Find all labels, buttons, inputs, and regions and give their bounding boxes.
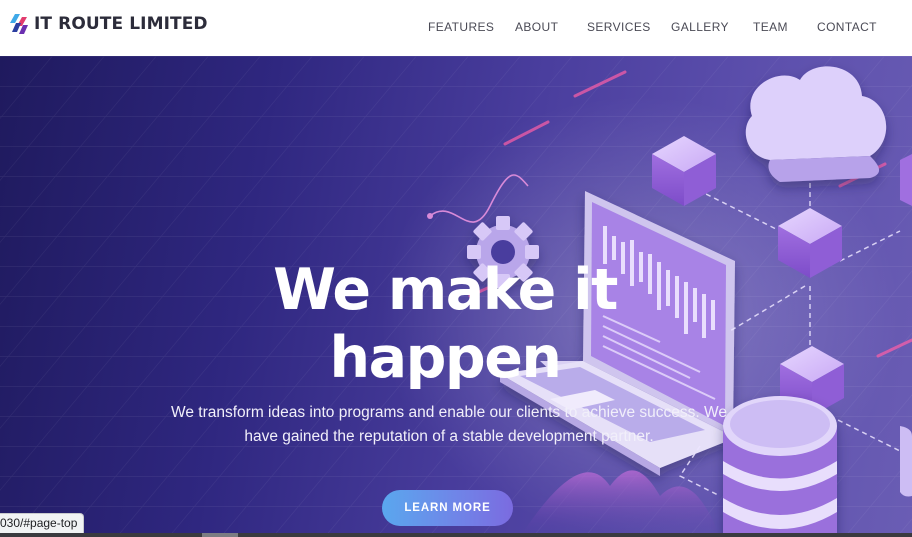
hero-title: We make it happen — [273, 257, 618, 391]
nav-contact[interactable]: CONTACT — [817, 20, 877, 34]
navbar: IT ROUTE LIMITED FEATURES ABOUT SERVICES… — [0, 0, 912, 56]
nav-about[interactable]: ABOUT — [515, 20, 558, 34]
hero-description: We transform ideas into programs and ena… — [171, 404, 727, 445]
hero-section: We make it happen We transform ideas int… — [0, 56, 912, 537]
nav-team[interactable]: TEAM — [753, 20, 788, 34]
database-icon — [723, 396, 837, 537]
nav-menu: FEATURES ABOUT SERVICES GALLERY TEAM CON… — [0, 20, 912, 36]
cube-4 — [900, 154, 912, 206]
status-bar-url: 030/#page-top — [0, 513, 85, 534]
database-icon-right — [900, 426, 912, 497]
learn-more-button[interactable]: LEARN MORE — [382, 490, 513, 526]
nav-features[interactable]: FEATURES — [428, 20, 494, 34]
nav-gallery[interactable]: GALLERY — [671, 20, 729, 34]
nav-services[interactable]: SERVICES — [587, 20, 651, 34]
horizontal-scrollbar[interactable] — [0, 533, 912, 537]
scrollbar-thumb[interactable] — [202, 533, 238, 537]
